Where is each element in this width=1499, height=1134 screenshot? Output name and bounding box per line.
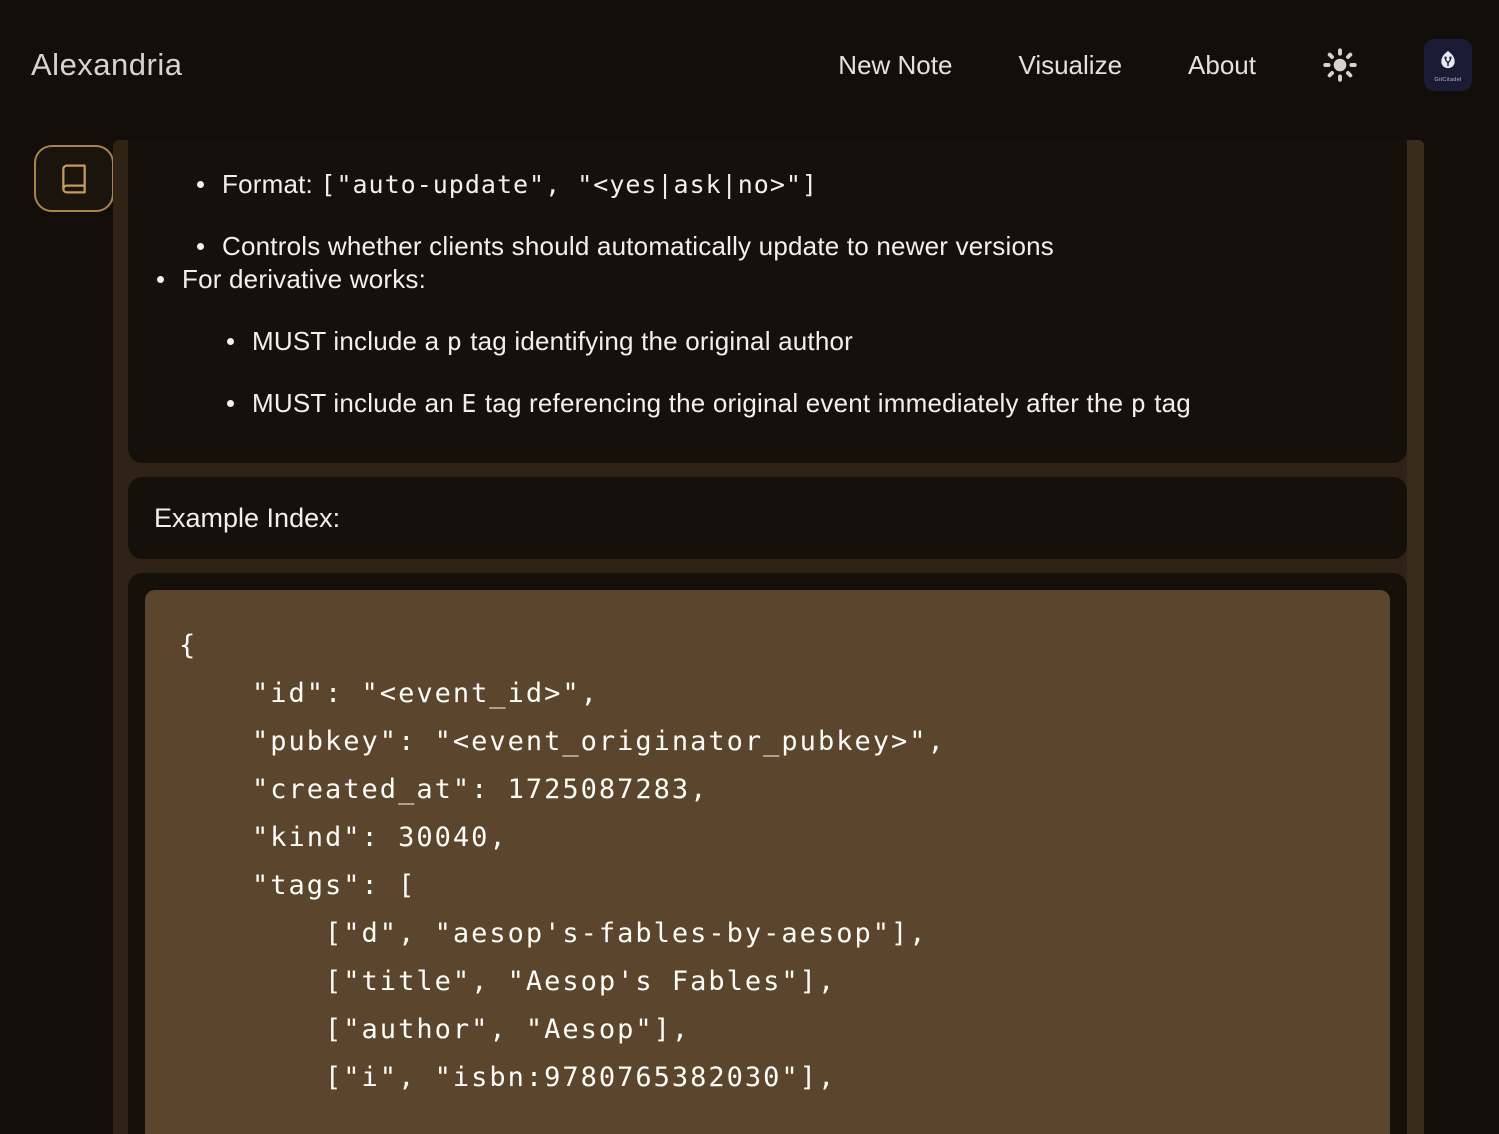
app-header: Alexandria New Note Visualize About <box>0 0 1499 130</box>
text-segment: tag referencing the original event immed… <box>477 388 1130 418</box>
doc-sublist-item: Format: ["auto-update", "<yes|ask|no>"] <box>192 168 1383 201</box>
text-segment: tag identifying the original author <box>463 326 853 356</box>
doc-list: Format: ["auto-update", "<yes|ask|no>"] C… <box>152 168 1383 420</box>
doc-sublist: MUST include a p tag identifying the ori… <box>222 325 1383 420</box>
text-segment: MUST include an <box>252 388 461 418</box>
nav-new-note[interactable]: New Note <box>838 50 952 81</box>
table-of-contents-button[interactable] <box>34 145 114 212</box>
text-segment: Controls whether clients should automati… <box>222 231 1054 261</box>
inline-code: E <box>461 389 477 418</box>
doc-sublist: Format: ["auto-update", "<yes|ask|no>"] C… <box>192 168 1383 263</box>
inline-code: p <box>447 327 463 356</box>
doc-sublist-item: Controls whether clients should automati… <box>192 230 1383 263</box>
doc-list-item: For derivative works: MUST include a p ta… <box>152 263 1383 420</box>
inline-code: p <box>1131 389 1147 418</box>
nav-about[interactable]: About <box>1188 50 1256 81</box>
inline-code: ["auto-update", "<yes|ask|no>"] <box>320 170 818 199</box>
nav-visualize[interactable]: Visualize <box>1018 50 1122 81</box>
example-index-label: Example Index: <box>154 503 340 533</box>
text-segment: tag <box>1147 388 1191 418</box>
gitcitadel-shield-icon <box>1434 47 1462 77</box>
code-block: { "id": "<event_id>", "pubkey": "<event_… <box>145 590 1390 1134</box>
sun-icon <box>1322 47 1358 83</box>
doc-list-item: Format: ["auto-update", "<yes|ask|no>"] C… <box>152 168 1383 263</box>
app-title: Alexandria <box>31 47 182 83</box>
vertical-scrollbar[interactable] <box>1407 140 1424 1134</box>
content-scroll-area[interactable]: Format: ["auto-update", "<yes|ask|no>"] C… <box>113 140 1424 1134</box>
doc-sublist-item: MUST include a p tag identifying the ori… <box>222 325 1383 358</box>
code-content: { "id": "<event_id>", "pubkey": "<event_… <box>179 622 1356 1102</box>
main-nav: New Note Visualize About <box>838 39 1472 91</box>
doc-sublist-item: MUST include an E tag referencing the or… <box>222 387 1383 420</box>
example-index-card: Example Index: <box>128 477 1407 559</box>
text-segment: For derivative works: <box>182 264 426 294</box>
book-icon <box>58 163 90 195</box>
code-card: { "id": "<event_id>", "pubkey": "<event_… <box>128 573 1407 1134</box>
text-segment: MUST include a <box>252 326 447 356</box>
gitcitadel-logo[interactable]: GitCitadel <box>1424 39 1472 91</box>
gitcitadel-logo-label: GitCitadel <box>1434 78 1461 84</box>
theme-toggle-button[interactable] <box>1322 47 1358 83</box>
text-segment: Format: <box>222 169 320 199</box>
doc-card: Format: ["auto-update", "<yes|ask|no>"] C… <box>128 140 1407 463</box>
